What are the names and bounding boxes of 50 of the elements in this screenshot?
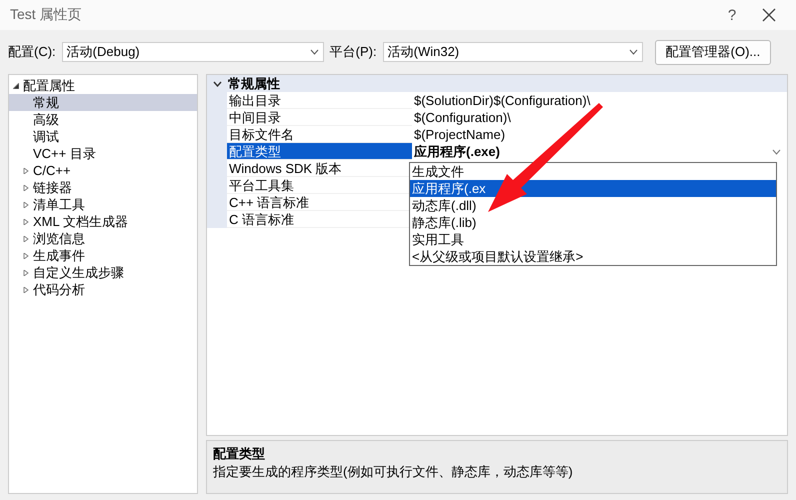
tree-item[interactable]: 调试 (9, 128, 197, 145)
caret-icon[interactable] (772, 148, 781, 154)
expanded-triangle-icon[interactable] (13, 82, 19, 88)
tree-item[interactable]: 高级 (9, 111, 197, 128)
tree-item[interactable]: 常规 (9, 94, 197, 111)
window-title: Test 属性页 (10, 6, 83, 24)
tree-item[interactable]: 链接器 (9, 179, 197, 196)
collapsed-triangle-icon[interactable] (23, 286, 29, 292)
description-text: 指定要生成的程序类型(例如可执行文件、静态库，动态库等等) (213, 463, 574, 481)
tree-item[interactable]: 生成事件 (9, 247, 197, 264)
collapsed-triangle-icon[interactable] (23, 270, 29, 276)
caret-icon (628, 49, 638, 55)
property-name[interactable]: 中间目录 (227, 109, 412, 126)
tree-item[interactable]: XML 文档生成器 (9, 213, 197, 230)
tree-item[interactable]: 自定义生成步骤 (9, 264, 197, 281)
collapsed-triangle-icon[interactable] (23, 236, 29, 242)
tree-item[interactable]: VC++ 目录 (9, 145, 197, 162)
help-button[interactable]: ? (712, 6, 752, 24)
property-value: $(SolutionDir)$(Configuration)\ (414, 93, 592, 108)
configuration-label: 配置(C): (8, 43, 56, 61)
dropdown-option[interactable]: 生成文件 (410, 163, 776, 180)
property-value: $(Configuration)\ (414, 110, 512, 125)
collapsed-triangle-icon[interactable] (23, 168, 29, 174)
collapsed-triangle-icon[interactable] (23, 218, 29, 224)
close-icon[interactable] (762, 8, 776, 22)
section-title: 常规属性 (228, 74, 280, 92)
tree-item[interactable]: 浏览信息 (9, 230, 197, 247)
tree-item[interactable]: 代码分析 (9, 281, 197, 298)
property-value: $(ProjectName) (414, 127, 506, 142)
dropdown-option[interactable]: <从父级或项目默认设置继承> (410, 248, 776, 265)
collapsed-triangle-icon[interactable] (23, 184, 29, 190)
property-name[interactable]: 输出目录 (227, 92, 412, 109)
dropdown-option[interactable]: 应用程序(.ex (410, 180, 776, 197)
property-value[interactable]: 应用程序(.exe) (414, 142, 772, 160)
tree-item[interactable]: C/C++ (9, 162, 197, 179)
configuration-dropdown[interactable]: 活动(Debug) (62, 42, 324, 62)
property-name[interactable]: 配置类型 (227, 143, 412, 160)
collapsed-triangle-icon[interactable] (23, 252, 29, 258)
collapsed-triangle-icon[interactable] (23, 202, 29, 208)
tree-item[interactable]: 配置属性 (9, 77, 197, 94)
dropdown-option[interactable]: 动态库(.dll) (410, 197, 776, 214)
platform-label: 平台(P): (330, 43, 377, 61)
dropdown-option[interactable]: 静态库(.lib) (410, 214, 776, 231)
description-title: 配置类型 (213, 445, 266, 463)
platform-dropdown[interactable]: 活动(Win32) (382, 42, 643, 62)
dropdown-option[interactable]: 实用工具 (410, 231, 776, 248)
chevron-icon[interactable] (213, 80, 222, 86)
configuration-manager-button[interactable]: 配置管理器(O)... (654, 40, 772, 64)
caret-icon (310, 49, 319, 55)
tree-item[interactable]: 清单工具 (9, 196, 197, 213)
